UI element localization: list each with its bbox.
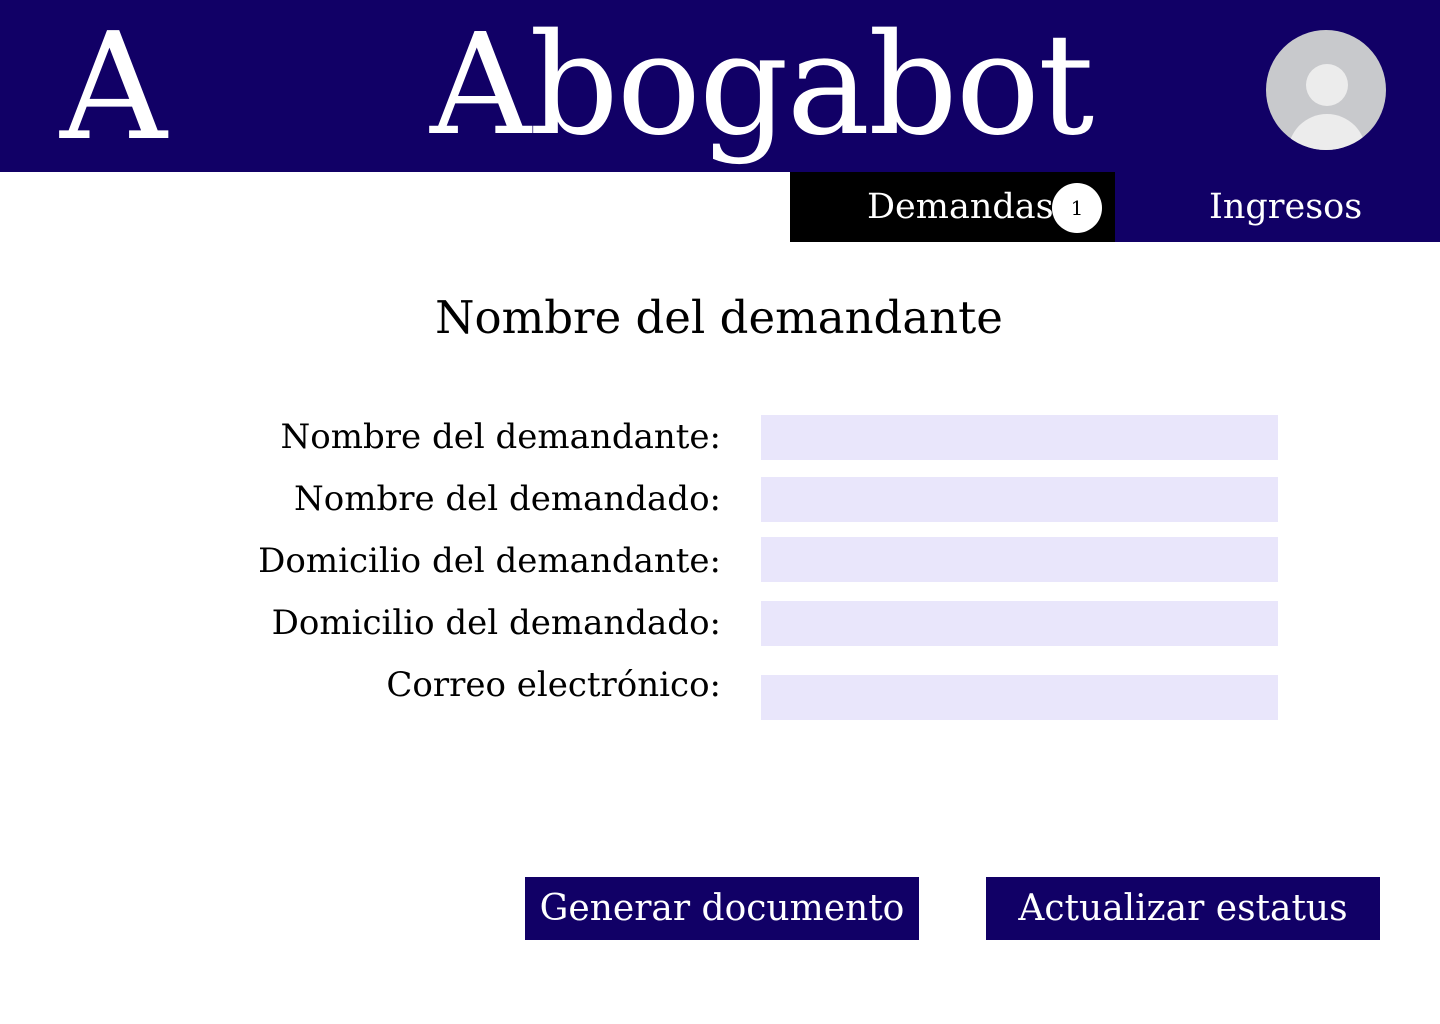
tab-ingresos[interactable]: Ingresos [1115, 172, 1440, 242]
plaintiff-name-input[interactable] [761, 415, 1278, 460]
app-logo[interactable]: A [60, 12, 167, 162]
page-title: Nombre del demandante [0, 286, 1440, 350]
defendant-address-input[interactable] [761, 601, 1278, 646]
defendant-name-input[interactable] [761, 477, 1278, 522]
generate-document-button[interactable]: Generar documento [525, 877, 919, 940]
notification-badge: 1 [1052, 183, 1102, 233]
update-status-button[interactable]: Actualizar estatus [986, 877, 1380, 940]
user-avatar-icon[interactable] [1266, 30, 1386, 150]
defendant-address-label: Domicilio del demandado: [271, 603, 721, 643]
plaintiff-address-label: Domicilio del demandante: [258, 541, 721, 581]
tab-ingresos-label: Ingresos [1209, 187, 1363, 227]
plaintiff-name-label: Nombre del demandante: [280, 417, 721, 457]
plaintiff-address-input[interactable] [761, 537, 1278, 582]
email-input[interactable] [761, 675, 1278, 720]
defendant-name-label: Nombre del demandado: [294, 479, 721, 519]
main-navigation: Demandas 1 Ingresos [790, 172, 1440, 242]
tab-demandas[interactable]: Demandas 1 [790, 172, 1115, 242]
app-header: A Abogabot [0, 0, 1440, 172]
avatar-body-shape [1288, 114, 1366, 150]
tab-demandas-label: Demandas [867, 187, 1054, 227]
page-title-text: Nombre del demandante [435, 291, 1003, 344]
email-label: Correo electrónico: [386, 665, 721, 705]
avatar-head-shape [1306, 64, 1348, 106]
app-title: Abogabot [430, 4, 1094, 167]
